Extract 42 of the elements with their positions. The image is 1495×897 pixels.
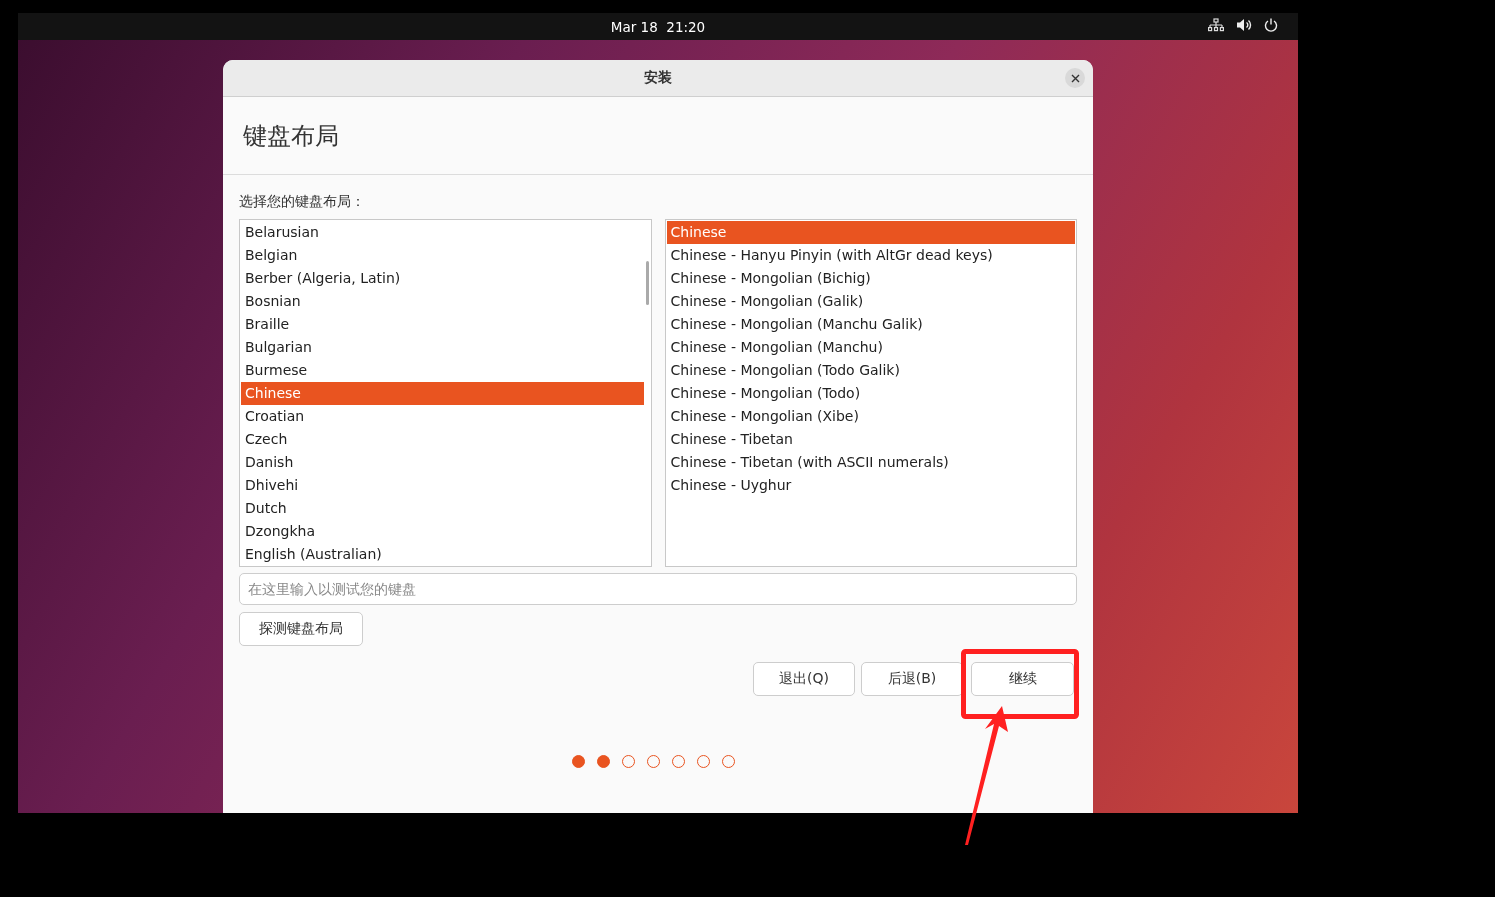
layout-list-item[interactable]: Belarusian [241,221,644,244]
close-icon[interactable] [1070,73,1080,83]
page-heading: 键盘布局 [243,120,339,152]
layout-list-item[interactable]: Chinese - Mongolian (Todo Galik) [666,359,1075,382]
clock[interactable]: Mar 18 21:20 [610,18,706,35]
layout-list-item[interactable]: Czech [241,428,644,451]
layout-list-item[interactable]: Dutch [241,497,644,520]
layout-list-item[interactable]: Belgian [241,244,644,267]
layout-list-item[interactable]: Dhivehi [241,474,644,497]
layout-list-item[interactable]: Chinese - Mongolian (Xibe) [666,405,1075,428]
close-button[interactable] [1065,68,1085,88]
layout-list-item[interactable]: Danish [241,451,644,474]
dialog-button[interactable]: 后退(B) [861,662,963,696]
detect-layout-button[interactable]: 探测键盘布局 [239,612,363,646]
layout-list-item[interactable]: Chinese - Mongolian (Galik) [666,290,1075,313]
window-title: 安装 [644,69,672,87]
prompt-label: 选择您的键盘布局： [239,193,366,211]
layout-list-item[interactable]: Chinese - Tibetan (with ASCII numerals) [666,451,1075,474]
dialog-button[interactable]: 继续 [971,662,1074,696]
layout-list-item[interactable]: Chinese - Mongolian (Todo) [666,382,1075,405]
layout-list-item[interactable]: Braille [241,313,644,336]
layout-list-item[interactable]: Croatian [241,405,644,428]
layout-list-item[interactable]: Chinese - Mongolian (Bichig) [666,267,1075,290]
layout-list-item[interactable]: Chinese - Mongolian (Manchu Galik) [666,313,1075,336]
layout-list-item[interactable]: Bulgarian [241,336,644,359]
layout-list-item[interactable]: Dzongkha [241,520,644,543]
layout-list-item[interactable]: Chinese - Mongolian (Manchu) [666,336,1075,359]
volume-icon[interactable] [1236,18,1252,32]
layout-list-item[interactable]: English (Australian) [241,543,644,566]
layout-list-item[interactable]: Chinese [666,221,1075,244]
network-icon[interactable] [1208,18,1224,32]
layout-list-item[interactable]: Chinese - Uyghur [666,474,1075,497]
scrollbar-thumb[interactable] [645,261,649,305]
layout-list-item[interactable]: Bosnian [241,290,644,313]
layout-list-item[interactable]: Berber (Algeria, Latin) [241,267,644,290]
layout-list-item[interactable]: Chinese - Tibetan [666,428,1075,451]
layout-list-item[interactable]: Chinese - Hanyu Pinyin (with AltGr dead keys) [666,244,1075,267]
input-field[interactable]: 在这里输入以测试您的键盘 [239,573,1077,605]
layout-list-item[interactable]: Chinese [241,382,644,405]
layout-list-item[interactable]: Burmese [241,359,644,382]
power-icon[interactable] [1264,18,1278,32]
dialog-button[interactable]: 退出(Q) [753,662,855,696]
